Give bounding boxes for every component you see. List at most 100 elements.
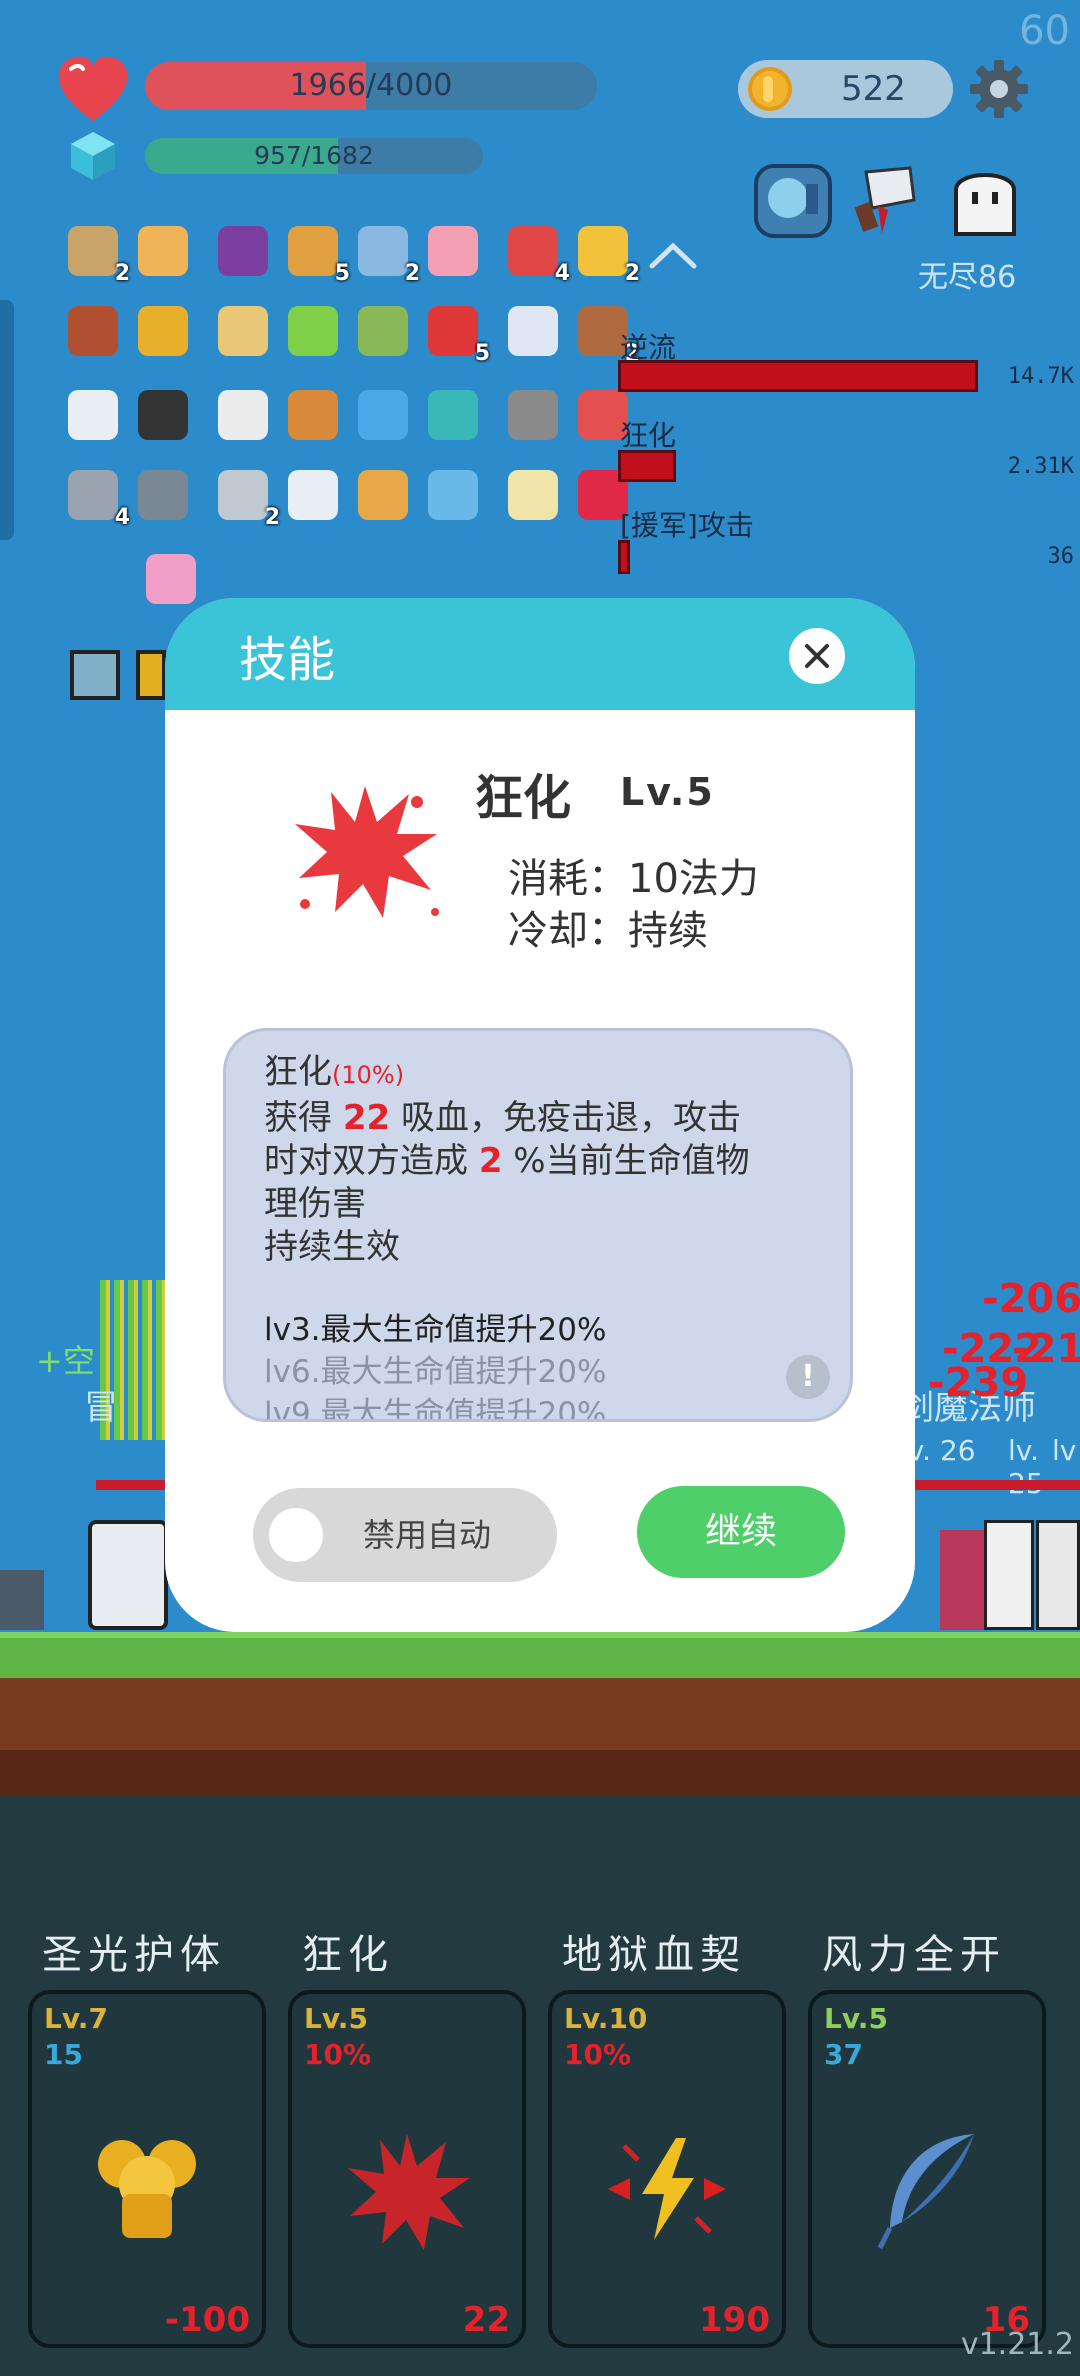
item-count: 5 [334,261,350,286]
inventory-item[interactable] [352,464,414,526]
inventory-item[interactable]: 4 [62,464,130,530]
inventory-item[interactable] [422,220,484,282]
desc-text: 持续生效 [264,1227,400,1267]
gate-icon [68,306,118,356]
inventory-item[interactable] [352,384,414,446]
item-count: 4 [114,505,130,530]
inventory-item[interactable] [502,300,564,362]
inventory-item[interactable] [132,464,194,526]
inventory-item[interactable]: 2 [212,464,280,530]
apple-icon [428,306,478,356]
briefcase-icon [288,390,338,440]
enemy-sprite [940,1530,986,1630]
inventory-item[interactable] [212,220,274,282]
inventory-item[interactable]: 2 [572,220,640,286]
inventory-item[interactable] [62,300,124,362]
skill-card-level: Lv.5 [824,2002,888,2035]
inventory-item[interactable] [132,300,194,362]
item-count: 2 [624,261,640,286]
damage-log-value: 36 [1047,544,1075,569]
compass-icon [138,470,188,520]
recipe-icon [138,226,188,276]
list-icon [288,470,338,520]
inventory-item[interactable]: 4 [502,220,570,286]
robe-icon [358,226,408,276]
toggle-label: 禁用自动 [363,1516,492,1554]
desc-highlight-value: 2 [478,1141,503,1181]
inventory-item[interactable] [422,464,484,526]
cleaver-portrait-icon [854,166,916,234]
coin-amount: 522 [841,69,906,109]
cards-icon [218,390,268,440]
side-drawer-handle[interactable] [0,300,14,540]
skill-card-level: Lv.10 [564,2002,648,2035]
book-icon [288,226,338,276]
damage-log-label: [援军]攻击 [620,509,754,542]
inventory-item[interactable] [282,464,344,526]
rock-sprite [0,1570,44,1630]
skill-card[interactable]: Lv.7 15 -100 [28,1990,266,2348]
id-card-icon [428,470,478,520]
skill-card[interactable]: Lv.5 37 16 [808,1990,1046,2348]
skill-card[interactable]: Lv.10 10% 190 [548,1990,786,2348]
target-icon [428,390,478,440]
skill-card[interactable]: Lv.5 10% 22 [288,1990,526,2348]
item-count: 2 [114,261,130,286]
skill-title: 风力全开 [822,1932,1006,1978]
berserk-splash-icon [295,786,439,918]
skill-card-value: -100 [164,2300,250,2340]
inventory-item[interactable]: 2 [62,220,130,286]
continue-button[interactable]: 继续 [637,1486,845,1578]
info-icon[interactable]: ! [786,1355,830,1399]
hp-text: 1966/4000 [289,68,453,103]
damage-log-value: 14.7K [1007,364,1074,389]
inventory-item[interactable]: 2 [352,220,420,286]
inventory-item[interactable]: 5 [422,300,490,366]
close-button[interactable] [789,628,845,684]
damage-number: -239 [928,1360,1029,1406]
inventory-item[interactable] [422,384,484,446]
inventory-item[interactable] [352,300,414,362]
inventory-item[interactable] [282,384,344,446]
skill-description-box[interactable]: 狂化(10%) 获得 22 吸血，免疫击退，攻击 时对双方造成 2 %当前生命值… [223,1028,853,1422]
skill-card-cost: 15 [44,2038,83,2071]
coin-counter: 522 [738,60,953,118]
skill-name: 狂化 [475,770,572,826]
inventory-item[interactable] [212,300,274,362]
desc-text: 获得 [264,1098,343,1138]
pill-icon [508,306,558,356]
enemy-sprite [1036,1520,1080,1630]
inventory-item[interactable] [132,220,194,282]
inventory-item[interactable] [132,384,194,446]
skill-level: Lv.5 [620,770,715,814]
fps-counter: 60 [1019,8,1070,54]
inventory-item[interactable] [502,464,564,526]
inventory-item[interactable] [212,384,274,446]
dialog-header: 技能 [165,598,915,710]
damage-log-value: 2.31K [1007,454,1074,479]
inventory-item[interactable]: 5 [282,220,350,286]
mana-bar: 957/1682 [145,138,483,174]
inventory-item[interactable] [282,300,344,362]
pineapple-icon [138,306,188,356]
inventory-item[interactable] [502,384,564,446]
inventory-item[interactable] [62,384,124,446]
skill-title: 狂化 [302,1932,394,1978]
holy-shield-icon [98,2140,196,2238]
toggle-knob [269,1508,323,1562]
upgrade-line: lv3.最大生命值提升20% [264,1312,607,1348]
heart-icon [58,56,128,121]
endless-wave-label: 无尽86 [918,260,1017,295]
damage-log-bar [618,540,630,574]
skill-card-value: 22 [462,2300,510,2340]
flower-icon [508,470,558,520]
coin-icon [748,67,792,111]
skill-consume: 消耗：10法力 [508,856,759,902]
collapse-chevron-up-icon[interactable] [648,240,698,270]
settings-gear-icon[interactable] [968,58,1030,120]
chat-bubble-icon [358,390,408,440]
enemy-sprite [984,1520,1034,1630]
hero-name-label: 冒 [84,1388,118,1428]
enemy-level-label: lv [1052,1434,1077,1467]
auto-disable-toggle[interactable]: 禁用自动 [253,1488,557,1582]
